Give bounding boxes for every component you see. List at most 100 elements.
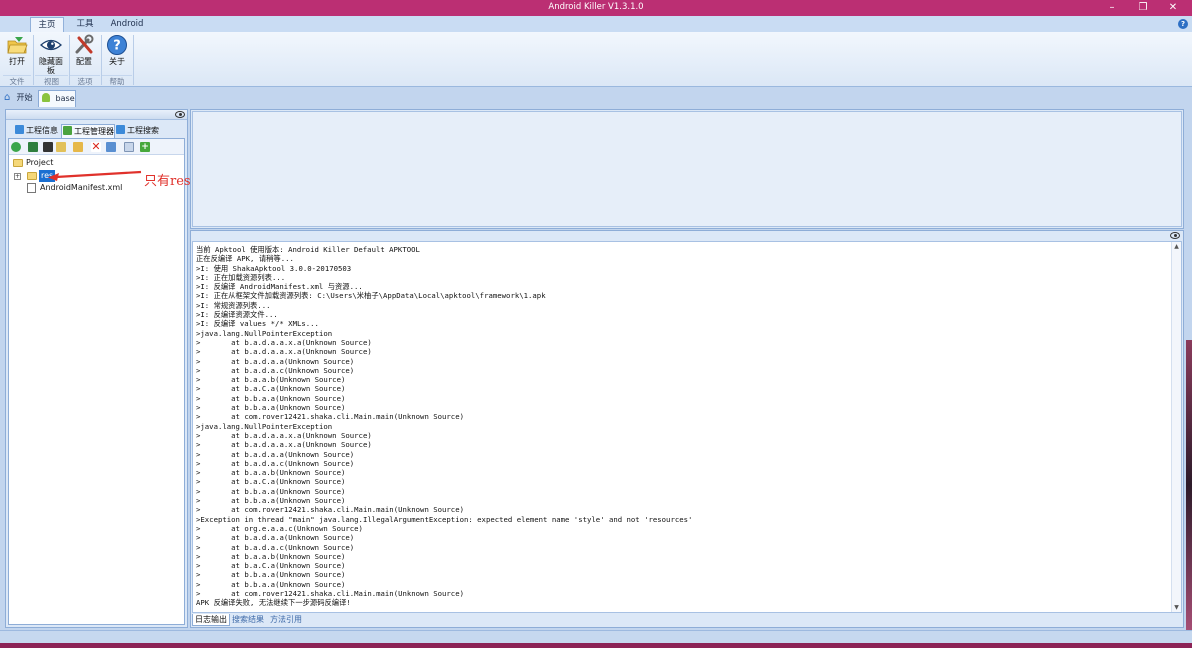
refresh-icon[interactable] [11, 142, 21, 152]
desktop-background [1186, 340, 1192, 630]
status-bar [0, 630, 1192, 648]
tab-project-search[interactable]: 工程搜索 [116, 124, 164, 138]
project-panel-header [6, 110, 187, 120]
hide-panel-button[interactable]: 隐藏面板 [36, 34, 66, 75]
log-line: >I: 常规资源列表... [196, 300, 271, 310]
tab-project-search-label: 工程搜索 [127, 126, 159, 135]
log-line: > at b.a.d.a.a.x.a(Unknown Source) [196, 430, 372, 440]
folder-search-icon[interactable] [56, 142, 66, 152]
log-line: >I: 正在从框架文件加载资源列表: C:\Users\米柚子\AppData\… [196, 291, 546, 301]
log-line: > at b.a.C.a(Unknown Source) [196, 477, 346, 487]
tab-project-info-label: 工程信息 [26, 126, 58, 135]
ribbon-tab-android[interactable]: Android [106, 17, 148, 32]
info-icon [15, 125, 24, 134]
log-panel: 当前 Apktool 使用版本: Android Killer Default … [190, 230, 1184, 628]
log-line: > at b.b.a.a(Unknown Source) [196, 393, 346, 403]
config-button[interactable]: 配置 [70, 34, 98, 74]
restore-button[interactable]: ❐ [1128, 0, 1158, 16]
ribbon-group-file: 文件 [3, 75, 31, 86]
tab-search-results[interactable]: 搜索结果 [232, 614, 268, 626]
expand-icon[interactable]: + [14, 173, 21, 180]
log-line: > at org.e.a.a.c(Unknown Source) [196, 523, 363, 533]
open-button[interactable]: 打开 [3, 34, 31, 74]
window-title: Android Killer V1.3.1.0 [548, 2, 644, 12]
log-line: > at b.a.d.a.a.x.a(Unknown Source) [196, 440, 372, 450]
toggle-visibility-icon[interactable] [1170, 232, 1180, 239]
document-icon[interactable] [124, 142, 134, 152]
log-line: 正在反编译 APK, 请稍等... [196, 254, 294, 264]
ribbon: 打开 隐藏面板 配置 ? 关于 文件 视图 选项 帮助 [0, 32, 1192, 87]
log-line: > at b.a.d.a.c(Unknown Source) [196, 365, 355, 375]
annotation-arrow [48, 170, 142, 181]
tab-method-references[interactable]: 方法引用 [270, 614, 306, 626]
terminal-icon[interactable] [43, 142, 53, 152]
tab-project-info[interactable]: 工程信息 [15, 124, 61, 138]
log-output[interactable]: 当前 Apktool 使用版本: Android Killer Default … [192, 241, 1182, 613]
editor-area[interactable] [192, 111, 1182, 227]
log-text: 当前 Apktool 使用版本: Android Killer Default … [196, 245, 1171, 608]
doc-tab-base[interactable]: base [38, 90, 76, 107]
log-line: > at b.a.a.b(Unknown Source) [196, 468, 346, 478]
log-line: > at b.a.d.a.a(Unknown Source) [196, 356, 355, 366]
folder-icon [27, 172, 37, 180]
log-line: > at b.a.d.a.c(Unknown Source) [196, 458, 355, 468]
log-line: > at b.b.a.a(Unknown Source) [196, 486, 346, 496]
log-line: > at b.b.a.a(Unknown Source) [196, 579, 346, 589]
home-icon: ⌂ [4, 92, 11, 103]
log-line: >I: 反编译 values */* XMLs... [196, 319, 319, 329]
log-line: > at b.b.a.a(Unknown Source) [196, 496, 346, 506]
scroll-up-icon[interactable]: ▲ [1172, 242, 1181, 251]
log-line: >java.lang.NullPointerException [196, 328, 333, 338]
title-bar: Android Killer V1.3.1.0 – ❐ ✕ [0, 0, 1192, 16]
log-line: > at b.b.a.a(Unknown Source) [196, 403, 346, 413]
xml-file-icon [27, 183, 36, 193]
toggle-visibility-icon[interactable] [175, 111, 185, 118]
close-button[interactable]: ✕ [1158, 0, 1188, 16]
tab-project-manager[interactable]: 工程管理器 [61, 124, 115, 138]
document-tab-bar: ⌂ 开始 base [0, 88, 1192, 108]
ribbon-group-view: 视图 [35, 75, 68, 86]
delete-icon[interactable]: ✕ [91, 141, 101, 152]
log-line: > at b.a.d.a.a.x.a(Unknown Source) [196, 337, 372, 347]
help-circle-icon: ? [107, 35, 127, 55]
search-icon [116, 125, 125, 134]
log-line: >Exception in thread "main" java.lang.Il… [196, 514, 693, 524]
taskbar-strip [0, 643, 1192, 648]
folder-open-icon [7, 37, 28, 54]
log-line: > at com.rover12421.shaka.cli.Main.main(… [196, 412, 464, 422]
svg-text:?: ? [113, 39, 121, 54]
project-tree: ✕ + Project + res AndroidManifest.xml [8, 138, 185, 625]
ribbon-tab-tools[interactable]: 工具 [70, 17, 100, 32]
ribbon-separator [33, 35, 34, 85]
list-icon[interactable] [28, 142, 38, 152]
ribbon-group-help: 帮助 [102, 75, 132, 86]
eye-icon [40, 39, 62, 51]
open-folder-icon[interactable] [73, 142, 83, 152]
copy-icon[interactable] [106, 142, 116, 152]
log-line: > at com.rover12421.shaka.cli.Main.main(… [196, 588, 464, 598]
doc-tab-base-label: base [55, 94, 75, 103]
doc-tab-start[interactable]: ⌂ 开始 [4, 90, 38, 107]
add-icon[interactable]: + [140, 142, 150, 152]
about-button[interactable]: ? 关于 [103, 34, 131, 74]
tools-icon [75, 34, 94, 54]
ribbon-separator [133, 35, 134, 85]
scroll-down-icon[interactable]: ▼ [1172, 603, 1181, 612]
log-line: > at b.a.d.a.a.x.a(Unknown Source) [196, 347, 372, 357]
log-line: >I: 使用 ShakaApktool 3.0.0-20170503 [196, 263, 352, 273]
hide-panel-button-label: 隐藏面板 [39, 57, 63, 75]
minimize-button[interactable]: – [1097, 0, 1127, 16]
log-scrollbar[interactable]: ▲ ▼ [1171, 242, 1181, 612]
android-icon [42, 93, 50, 102]
log-line: > at b.a.d.a.c(Unknown Source) [196, 542, 355, 552]
ribbon-tab-home[interactable]: 主页 [30, 17, 64, 32]
log-line: > at b.a.a.b(Unknown Source) [196, 551, 346, 561]
help-icon[interactable]: ? [1178, 19, 1188, 29]
tab-log-output[interactable]: 日志输出 [192, 614, 230, 626]
ribbon-group-options: 选项 [70, 75, 100, 86]
tree-toolbar: ✕ + [9, 139, 184, 155]
log-line: > at b.a.d.a.a(Unknown Source) [196, 533, 355, 543]
config-button-label: 配置 [76, 57, 92, 66]
log-line: >I: 反编译 AndroidManifest.xml 与资源... [196, 282, 363, 292]
log-line: >I: 正在加载资源列表... [196, 272, 286, 282]
